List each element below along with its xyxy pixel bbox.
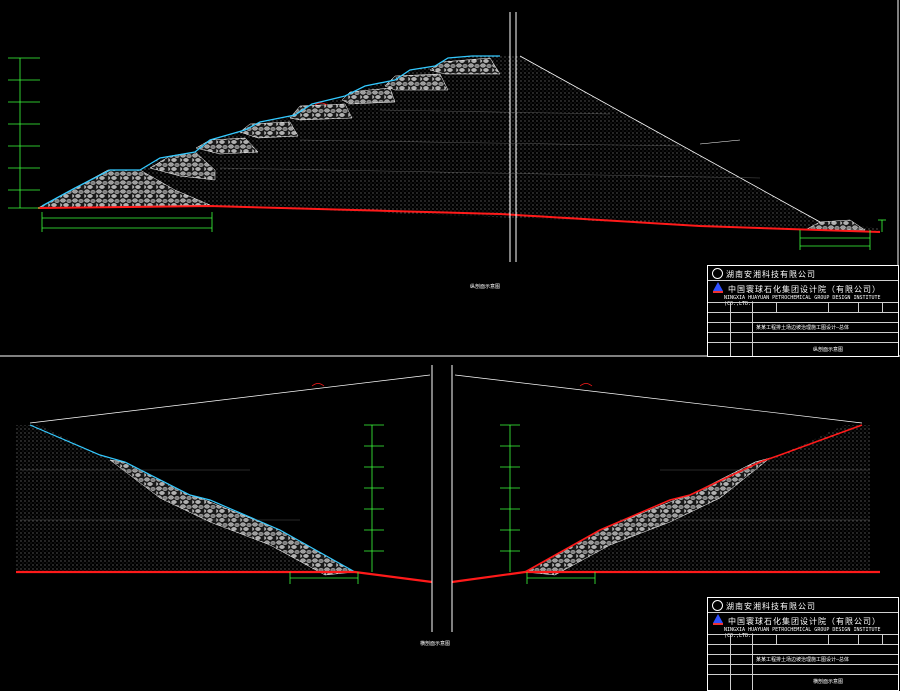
sheet-title: 纵剖面示意图 (813, 347, 844, 353)
title-block-bottom: 湖南安湘科技有限公司 中国寰球石化集团设计院（有限公司） NINGXIA HUA… (707, 597, 899, 691)
marker-arc-right (579, 383, 593, 387)
ground-line-lower-right (451, 570, 880, 584)
drawing-title: 某某工程排土场边坡治理施工图设计—总体 (756, 657, 850, 663)
upper-section-drawing (8, 12, 886, 262)
institute-logo-icon (713, 614, 723, 623)
top-surface-left (29, 374, 431, 424)
institute-logo-base (713, 623, 723, 625)
elevation-scale-left (8, 57, 40, 209)
institute-name: 中国寰球石化集团设计院（有限公司） (728, 285, 881, 294)
institute-name: 中国寰球石化集团设计院（有限公司） (728, 617, 881, 626)
institute-logo-icon (713, 282, 723, 291)
break-lines-lower (431, 365, 453, 632)
company-logo-icon (712, 268, 723, 279)
rock-berm-6 (341, 87, 396, 105)
top-surface-right (454, 374, 863, 424)
institute-logo-base (713, 291, 723, 293)
upper-drawing-caption: 纵剖面示意图 (470, 284, 501, 290)
title-block-top: 湖南安湘科技有限公司 中国寰球石化集团设计院（有限公司） NINGXIA HUA… (707, 265, 899, 357)
sheet-title: 横剖面示意图 (813, 679, 844, 685)
ground-line-lower (16, 570, 433, 584)
institute-name-en: NINGXIA HUAYUAN PETROCHEMICAL GROUP DESI… (724, 295, 881, 307)
institute-name-en: NINGXIA HUAYUAN PETROCHEMICAL GROUP DESI… (724, 627, 881, 639)
company-logo-icon (712, 600, 723, 611)
rock-berm-7 (384, 73, 449, 91)
company-name: 湖南安湘科技有限公司 (726, 270, 816, 279)
leader-line-upper (699, 139, 741, 145)
company-name: 湖南安湘科技有限公司 (726, 602, 816, 611)
rock-berm-8 (429, 57, 501, 75)
lower-drawing-caption: 横剖面示意图 (420, 641, 451, 647)
drawing-title: 某某工程排土场边坡治理施工图设计—总体 (756, 325, 850, 331)
marker-arc-left (311, 383, 325, 387)
